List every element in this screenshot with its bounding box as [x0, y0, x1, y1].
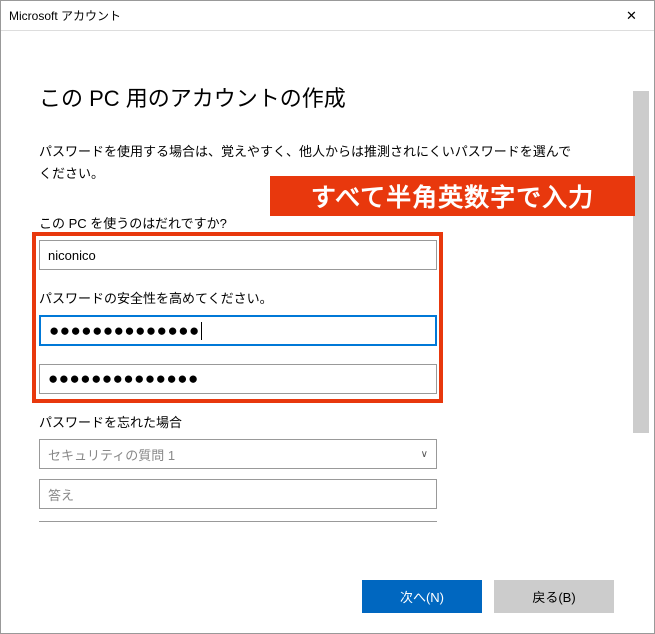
answer-input[interactable]: 答え	[39, 479, 437, 509]
close-icon: ✕	[626, 8, 637, 24]
forgot-password-label: パスワードを忘れた場合	[39, 412, 604, 431]
page-title: この PC 用のアカウントの作成	[39, 81, 604, 113]
window-title: Microsoft アカウント	[9, 7, 121, 24]
answer-placeholder: 答え	[48, 485, 74, 504]
close-button[interactable]: ✕	[609, 1, 654, 31]
username-input[interactable]	[39, 240, 437, 270]
username-label: この PC を使うのはだれですか?	[39, 213, 604, 232]
security-question-select[interactable]: セキュリティの質問 1 ∨	[39, 439, 437, 469]
scrollbar-thumb[interactable]	[633, 91, 649, 433]
button-bar: 次へ(N) 戻る(B)	[362, 580, 614, 613]
titlebar: Microsoft アカウント ✕	[1, 1, 654, 31]
annotation-banner: すべて半角英数字で入力	[270, 176, 635, 216]
form-container: この PC を使うのはだれですか? パスワードの安全性を高めてください。 ●●●…	[39, 213, 604, 522]
security-question-placeholder: セキュリティの質問 1	[48, 445, 175, 464]
text-cursor	[201, 322, 202, 340]
password-input[interactable]: ●●●●●●●●●●●●●●	[39, 315, 437, 346]
scrollbar[interactable]	[633, 91, 649, 433]
password-label: パスワードの安全性を高めてください。	[39, 288, 604, 307]
chevron-down-icon: ∨	[421, 449, 428, 460]
divider-cut	[39, 521, 437, 522]
password-confirm-input[interactable]: ●●●●●●●●●●●●●●	[39, 364, 437, 394]
content-area: この PC 用のアカウントの作成 パスワードを使用する場合は、覚えやすく、他人か…	[1, 31, 654, 633]
next-button[interactable]: 次へ(N)	[362, 580, 482, 613]
back-button[interactable]: 戻る(B)	[494, 580, 614, 613]
